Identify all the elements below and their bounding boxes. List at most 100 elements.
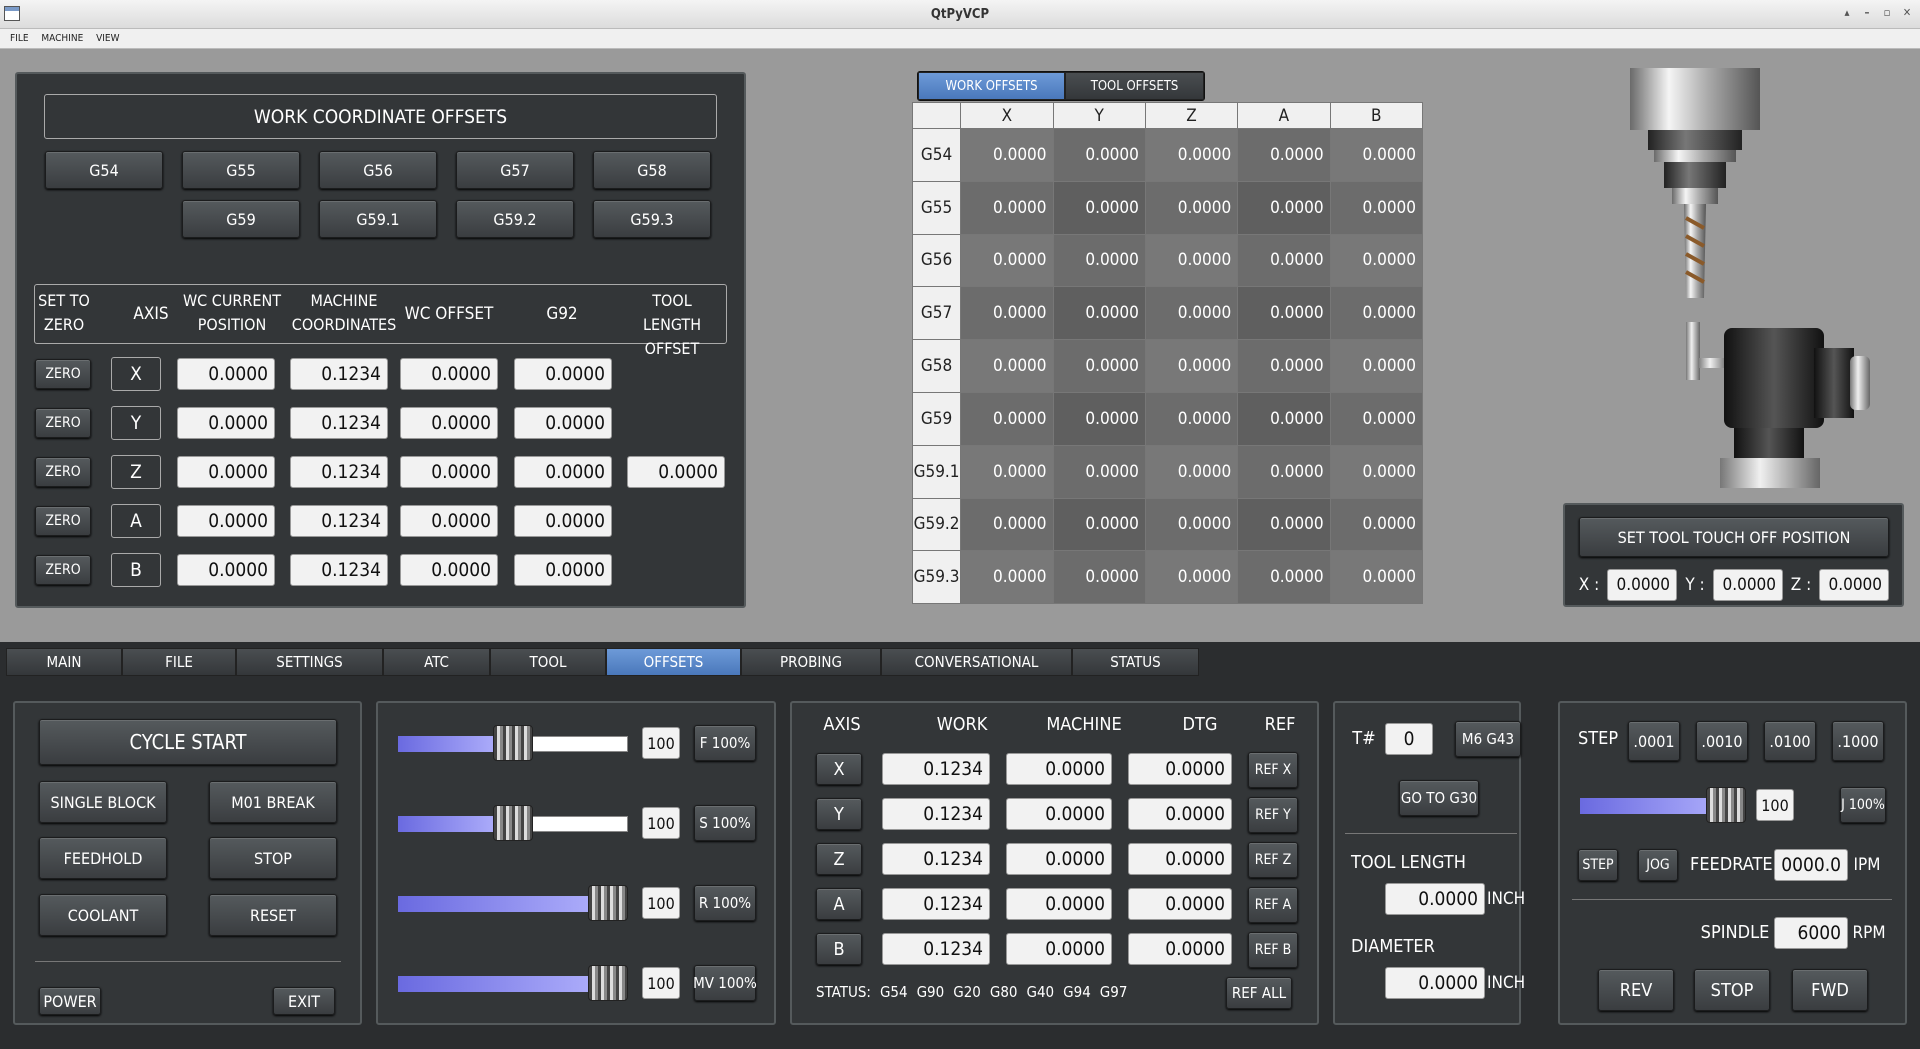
offset-cell[interactable]: 0.0000 (960, 391, 1054, 446)
offset-cell[interactable]: 0.0000 (1237, 444, 1331, 499)
offset-cell[interactable]: 0.0000 (1237, 286, 1331, 341)
dro-axis-button[interactable]: Y (816, 798, 862, 830)
set-tool-touch-off-button[interactable]: SET TOOL TOUCH OFF POSITION (1579, 517, 1889, 557)
feed-override-button[interactable]: F 100% (694, 725, 756, 761)
diameter-field[interactable]: 0.0000 (1385, 967, 1485, 999)
dro-ref-button[interactable]: REF B (1248, 932, 1298, 968)
cycle-start-button[interactable]: CYCLE START (39, 719, 337, 765)
step-0100-button[interactable]: .0100 (1764, 721, 1816, 761)
feed-override-handle[interactable] (493, 725, 533, 761)
g59-2-button[interactable]: G59.2 (456, 200, 574, 238)
offset-cell[interactable]: 0.0000 (1237, 233, 1331, 288)
g59-3-button[interactable]: G59.3 (593, 200, 711, 238)
max-velocity-override-slider[interactable] (398, 965, 628, 1001)
offset-cell[interactable]: 0.0000 (1237, 497, 1331, 552)
spindle-override-slider[interactable] (398, 805, 628, 841)
tab-probing[interactable]: PROBING (741, 648, 881, 676)
x-wc-offset[interactable]: 0.0000 (400, 358, 498, 390)
tool-number-field[interactable]: 0 (1385, 723, 1433, 755)
jog-percent-button[interactable]: J 100% (1840, 787, 1886, 823)
m01-break-button[interactable]: M01 BREAK (209, 781, 337, 823)
feedhold-button[interactable]: FEEDHOLD (39, 837, 167, 879)
offset-cell[interactable]: 0.0000 (1329, 550, 1424, 605)
offset-table-row[interactable]: G56 0.0000 0.0000 0.0000 0.0000 0.0000 (911, 233, 1424, 288)
tab-work-offsets[interactable]: WORK OFFSETS (918, 72, 1065, 100)
tab-main[interactable]: MAIN (6, 648, 122, 676)
tab-offsets[interactable]: OFFSETS (606, 648, 741, 676)
offset-cell[interactable]: 0.0000 (960, 339, 1054, 393)
offset-cell[interactable]: 0.0000 (1052, 339, 1146, 393)
max-velocity-override-handle[interactable] (588, 965, 628, 1001)
zero-b-button[interactable]: ZERO (35, 555, 91, 585)
offset-table-row[interactable]: G59.2 0.0000 0.0000 0.0000 0.0000 0.0000 (911, 497, 1424, 552)
ref-all-button[interactable]: REF ALL (1226, 977, 1292, 1009)
offset-cell[interactable]: 0.0000 (1144, 550, 1239, 605)
spindle-rpm-field[interactable]: 6000 (1774, 917, 1848, 949)
offset-cell[interactable]: 0.0000 (1144, 128, 1239, 182)
dro-ref-button[interactable]: REF Z (1248, 842, 1298, 878)
menu-view[interactable]: VIEW (86, 29, 119, 49)
touchoff-x-field[interactable]: 0.0000 (1607, 569, 1677, 601)
offset-table-row[interactable]: G57 0.0000 0.0000 0.0000 0.0000 0.0000 (911, 286, 1424, 341)
tab-file[interactable]: FILE (122, 648, 236, 676)
dro-axis-button[interactable]: X (816, 753, 862, 785)
tab-atc[interactable]: ATC (383, 648, 490, 676)
offset-table-row[interactable]: G59 0.0000 0.0000 0.0000 0.0000 0.0000 (911, 391, 1424, 446)
offset-cell[interactable]: 0.0000 (960, 128, 1054, 182)
offset-cell[interactable]: 0.0000 (1052, 286, 1146, 341)
offset-cell[interactable]: 0.0000 (1329, 233, 1424, 288)
z-wc-offset[interactable]: 0.0000 (400, 456, 498, 488)
offset-cell[interactable]: 0.0000 (1144, 180, 1239, 235)
offset-cell[interactable]: 0.0000 (1144, 339, 1239, 393)
menu-file[interactable]: FILE (0, 29, 29, 49)
window-maximize-icon[interactable]: ▫ (1880, 6, 1894, 20)
stop-button[interactable]: STOP (209, 837, 337, 879)
menu-machine[interactable]: MACHINE (31, 29, 83, 49)
jog-mode-button[interactable]: JOG (1638, 849, 1678, 881)
touchoff-z-field[interactable]: 0.0000 (1819, 569, 1889, 601)
reset-button[interactable]: RESET (209, 894, 337, 936)
tab-tool[interactable]: TOOL (490, 648, 606, 676)
offset-cell[interactable]: 0.0000 (1052, 497, 1146, 552)
offset-cell[interactable]: 0.0000 (1052, 128, 1146, 182)
tab-status[interactable]: STATUS (1072, 648, 1199, 676)
offset-cell[interactable]: 0.0000 (1329, 391, 1424, 446)
exit-button[interactable]: EXIT (273, 987, 335, 1015)
offset-cell[interactable]: 0.0000 (960, 286, 1054, 341)
y-g92[interactable]: 0.0000 (514, 407, 612, 439)
offset-table-row[interactable]: G59.1 0.0000 0.0000 0.0000 0.0000 0.0000 (911, 444, 1424, 499)
z-tool-length-offset[interactable]: 0.0000 (627, 456, 725, 488)
spindle-override-button[interactable]: S 100% (694, 805, 756, 841)
offset-cell[interactable]: 0.0000 (1329, 444, 1424, 499)
tab-conversational[interactable]: CONVERSATIONAL (881, 648, 1072, 676)
coolant-button[interactable]: COOLANT (39, 894, 167, 936)
offset-cell[interactable]: 0.0000 (1237, 339, 1331, 393)
offset-cell[interactable]: 0.0000 (1329, 339, 1424, 393)
dro-ref-button[interactable]: REF Y (1248, 797, 1298, 833)
tab-tool-offsets[interactable]: TOOL OFFSETS (1065, 72, 1204, 100)
touchoff-y-field[interactable]: 0.0000 (1713, 569, 1783, 601)
g55-button[interactable]: G55 (182, 151, 300, 189)
dro-axis-button[interactable]: B (816, 933, 862, 965)
spindle-override-handle[interactable] (493, 805, 533, 841)
offset-table-row[interactable]: G59.3 0.0000 0.0000 0.0000 0.0000 0.0000 (911, 550, 1424, 605)
offset-cell[interactable]: 0.0000 (1329, 128, 1424, 182)
max-velocity-override-button[interactable]: MV 100% (693, 965, 757, 1001)
offset-cell[interactable]: 0.0000 (1329, 180, 1424, 235)
g59-1-button[interactable]: G59.1 (319, 200, 437, 238)
window-up-icon[interactable]: ▴ (1840, 6, 1854, 20)
offset-cell[interactable]: 0.0000 (1237, 128, 1331, 182)
single-block-button[interactable]: SINGLE BLOCK (39, 781, 167, 823)
offset-cell[interactable]: 0.0000 (960, 497, 1054, 552)
offset-cell[interactable]: 0.0000 (960, 233, 1054, 288)
offset-cell[interactable]: 0.0000 (1144, 497, 1239, 552)
a-wc-offset[interactable]: 0.0000 (400, 505, 498, 537)
offset-cell[interactable]: 0.0000 (960, 550, 1054, 605)
jog-speed-handle[interactable] (1706, 787, 1746, 823)
dro-axis-button[interactable]: Z (816, 843, 862, 875)
dro-ref-button[interactable]: REF A (1248, 887, 1298, 923)
offset-cell[interactable]: 0.0000 (1329, 286, 1424, 341)
step-mode-button[interactable]: STEP (1578, 849, 1618, 881)
g56-button[interactable]: G56 (319, 151, 437, 189)
offset-cell[interactable]: 0.0000 (1052, 391, 1146, 446)
